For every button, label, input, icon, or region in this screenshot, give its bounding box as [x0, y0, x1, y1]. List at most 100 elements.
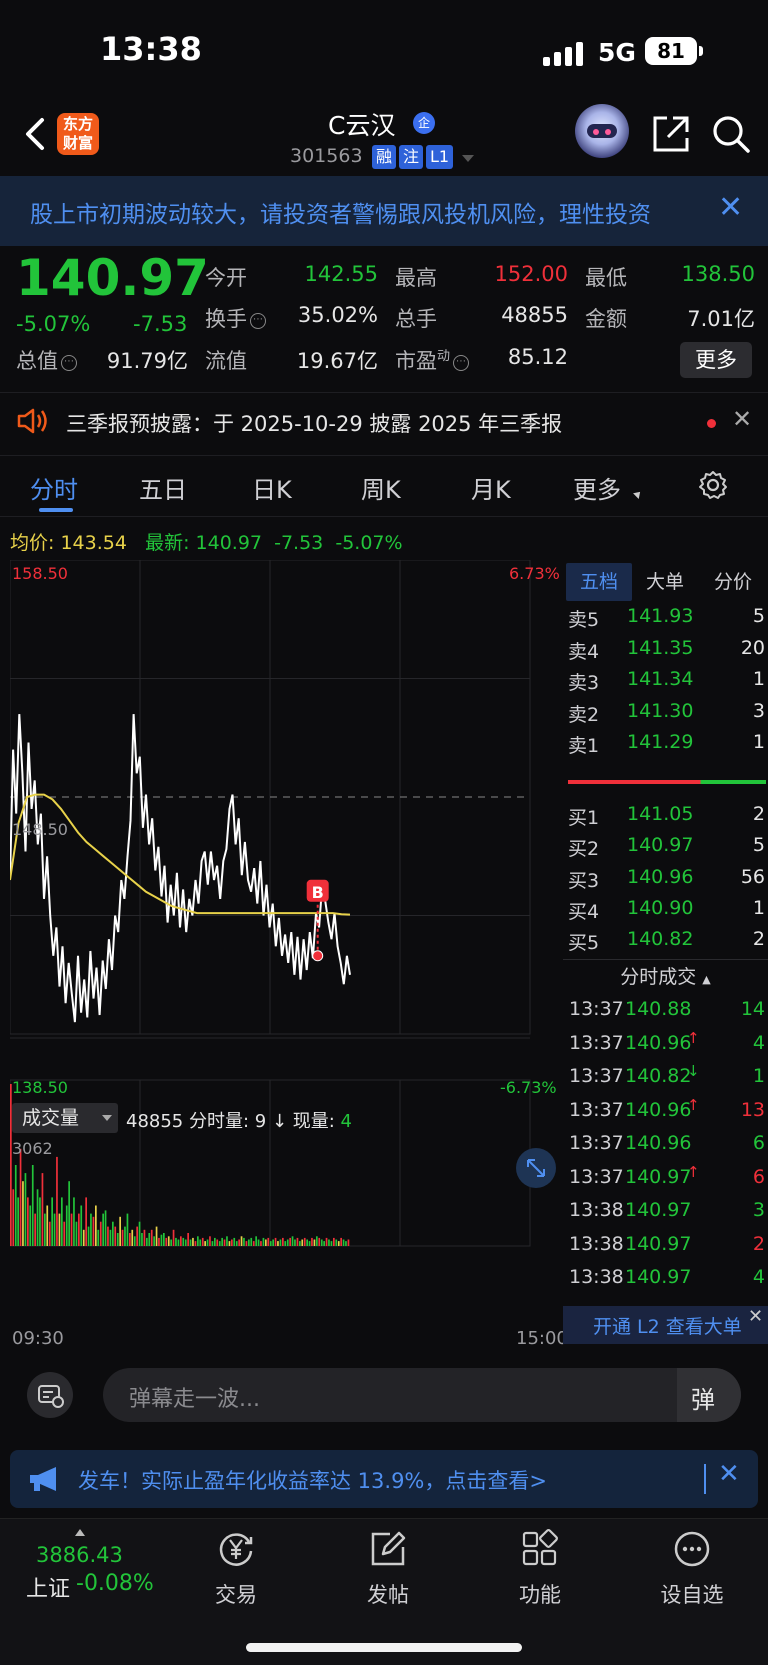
volume-bar: [126, 1213, 129, 1246]
l2-upgrade-bar[interactable]: 开通 L2 查看大单 ✕: [563, 1306, 768, 1344]
tab-big-orders[interactable]: 大单: [632, 563, 698, 601]
volume-bar: [306, 1239, 308, 1246]
ask-label: 卖1: [568, 735, 600, 757]
latest-change: -7.53: [274, 532, 324, 554]
y-bottom-label: 138.50: [12, 1078, 68, 1097]
tick-price: 140.97: [625, 1165, 692, 1188]
bid-row[interactable]: 买3 140.96 56: [563, 862, 768, 895]
back-arrow-icon[interactable]: [22, 114, 50, 154]
volume-bar: [269, 1241, 272, 1246]
volume-bar: [172, 1229, 175, 1246]
index-change[interactable]: -0.08%: [76, 1571, 154, 1596]
tab-monthly-k[interactable]: 月K: [471, 470, 511, 505]
avg-value: 143.54: [60, 532, 127, 554]
total-volume-value: 48855: [501, 303, 568, 327]
volume-bar: [226, 1236, 228, 1246]
info-icon[interactable]: ⋯: [61, 355, 77, 371]
volume-bar: [17, 1197, 19, 1246]
chart-grid: [10, 560, 531, 1247]
assistant-robot-avatar[interactable]: [575, 104, 629, 158]
volume-bar: [138, 1221, 141, 1246]
tick-time: 13:37: [569, 1098, 624, 1121]
volume-bar: [267, 1237, 270, 1246]
share-icon[interactable]: [651, 114, 691, 154]
bid-row[interactable]: 买2 140.97 5: [563, 830, 768, 863]
nav-post[interactable]: 发帖: [338, 1529, 438, 1609]
chevron-down-icon[interactable]: [462, 155, 474, 162]
bid-price: 140.97: [627, 834, 694, 857]
more-button[interactable]: 更多: [680, 342, 752, 378]
volume-bar: [116, 1233, 119, 1246]
promo-divider: [704, 1464, 706, 1494]
expand-icon[interactable]: [516, 1148, 556, 1188]
close-icon[interactable]: ✕: [718, 190, 743, 225]
ask-row[interactable]: 卖5 141.93 5: [563, 601, 768, 634]
close-icon[interactable]: ✕: [732, 405, 752, 433]
volume-bar: [250, 1237, 253, 1246]
volume-bar: [68, 1181, 70, 1246]
close-icon[interactable]: ✕: [718, 1459, 740, 1489]
volume-bar: [146, 1237, 148, 1246]
tab-weekly-k[interactable]: 周K: [361, 470, 401, 505]
volume-bar: [61, 1197, 63, 1246]
ask-row[interactable]: 卖3 141.34 1: [563, 664, 768, 697]
volume-bar: [342, 1239, 345, 1246]
volume-bar: [27, 1197, 29, 1246]
cellular-signal-icon: [543, 42, 583, 66]
intraday-chart[interactable]: B: [10, 560, 563, 1322]
nav-functions[interactable]: 功能: [490, 1529, 590, 1609]
bid-row[interactable]: 买5 140.82 2: [563, 924, 768, 957]
announcement-bar[interactable]: 三季报预披露：于 2025-10-29 披露 2025 年三季报 ✕: [0, 392, 768, 448]
tab-intraday[interactable]: 分时: [30, 470, 78, 505]
close-icon[interactable]: ✕: [748, 1306, 763, 1327]
brand-line-2: 财富: [62, 134, 93, 152]
volume-indicator-select[interactable]: 成交量: [12, 1103, 118, 1133]
danmu-input[interactable]: 弹幕走一波... 弹: [103, 1368, 741, 1422]
tab-price-distribution[interactable]: 分价: [700, 563, 766, 601]
ask-row[interactable]: 卖1 141.29 1: [563, 727, 768, 760]
open-value: 142.55: [304, 262, 378, 286]
tab-more[interactable]: 更多: [573, 470, 621, 505]
caret-up-icon[interactable]: [75, 1529, 85, 1536]
ticks-header[interactable]: 分时成交 ▲: [563, 959, 768, 993]
danmu-row: 弹幕走一波... 弹: [0, 1360, 768, 1430]
brand-logo[interactable]: 东方 财富: [57, 113, 99, 155]
bid-volume: 2: [752, 928, 765, 951]
volume-bar: [141, 1233, 143, 1246]
info-icon[interactable]: ⋯: [453, 355, 470, 371]
volume-bar: [12, 1189, 15, 1246]
tab-daily-k[interactable]: 日K: [252, 470, 292, 505]
volume-bar: [46, 1205, 49, 1246]
nav-trade[interactable]: 交易: [186, 1529, 286, 1609]
info-icon[interactable]: ⋯: [250, 313, 266, 329]
index-name[interactable]: 上证: [26, 1571, 70, 1603]
market-cap-value: 91.79亿: [106, 349, 188, 373]
danmu-send-button[interactable]: 弹: [677, 1368, 741, 1422]
search-icon[interactable]: [711, 114, 751, 154]
volume-bar: [294, 1239, 296, 1246]
expand-arrows-icon: [527, 1159, 545, 1177]
stock-name[interactable]: C云汉: [328, 106, 395, 142]
tab-five-levels[interactable]: 五档: [566, 563, 632, 601]
volume-bar: [182, 1237, 185, 1246]
ask-row[interactable]: 卖2 141.30 3: [563, 696, 768, 729]
nav-functions-label: 功能: [519, 1583, 561, 1607]
ask-row[interactable]: 卖4 141.35 20: [563, 633, 768, 666]
volume-bar: [189, 1239, 192, 1246]
index-value[interactable]: 3886.43: [36, 1543, 123, 1567]
nav-add-watchlist[interactable]: 设自选: [642, 1529, 742, 1609]
volume-bar: [87, 1226, 90, 1246]
volume-bar: [323, 1241, 325, 1246]
ask-volume: 1: [752, 731, 765, 753]
volume-bar: [231, 1239, 233, 1246]
bid-row[interactable]: 买4 140.90 1: [563, 893, 768, 926]
promo-banner[interactable]: 发车！实际止盈年化收益率达 13.9%，点击查看> ✕: [10, 1450, 758, 1508]
pct-top-label: 6.73%: [509, 564, 560, 583]
bid-row[interactable]: 买1 141.05 2: [563, 799, 768, 832]
bid-ask-ratio-bar: [568, 780, 766, 784]
tab-five-day[interactable]: 五日: [139, 470, 187, 505]
danmu-settings-icon[interactable]: [27, 1372, 73, 1418]
level1-tag: L1: [426, 145, 454, 169]
volume-bar: [180, 1236, 182, 1246]
settings-gear-icon[interactable]: [698, 470, 728, 500]
